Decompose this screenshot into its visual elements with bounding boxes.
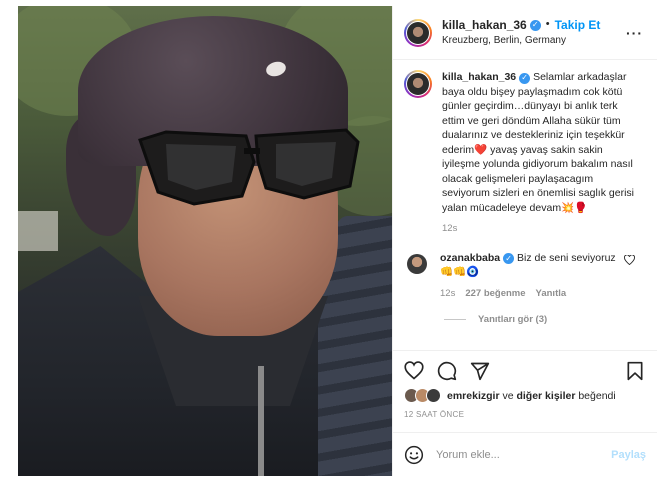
comment-time[interactable]: 12s (440, 287, 455, 302)
caption-time[interactable]: 12s (442, 222, 457, 237)
comment-text: Biz de seni seviyoruz (517, 251, 616, 264)
share-icon[interactable] (470, 361, 490, 381)
bookmark-icon[interactable] (625, 361, 645, 381)
liked-by-row: emrekizgir ve diğer kişiler beğendi (404, 388, 616, 403)
action-bar (393, 350, 657, 390)
post-header: killa_hakan_36 ✓ • Takip Et Kreuzberg, B… (393, 6, 657, 60)
verified-badge-icon: ✓ (519, 72, 531, 84)
post-sidebar: killa_hakan_36 ✓ • Takip Et Kreuzberg, B… (392, 6, 657, 476)
liker-avatars[interactable] (404, 388, 441, 403)
verified-badge-icon: ✓ (529, 19, 541, 31)
comment-composer: Paylaş (393, 432, 657, 476)
author-username[interactable]: killa_hakan_36 (442, 18, 527, 33)
caption-comment: killa_hakan_36 ✓ Selamlar arkadaşlar baya… (404, 70, 646, 237)
caption-avatar[interactable] (404, 70, 432, 98)
view-replies-label: Yanıtları gör (3) (478, 314, 548, 325)
post-location[interactable]: Kreuzberg, Berlin, Germany (442, 35, 600, 48)
liker-username[interactable]: emrekizgir (447, 390, 500, 402)
comment-icon[interactable] (437, 361, 457, 381)
liked-others[interactable]: diğer kişiler (516, 390, 575, 402)
comment-like-heart-icon[interactable] (624, 253, 635, 268)
comment-item: ozanakbaba ✓ Biz de seni seviyoruz 👊👊🧿 12… (404, 250, 646, 302)
view-replies-button[interactable]: Yanıtları gör (3) (444, 314, 646, 325)
post-comment-button[interactable]: Paylaş (611, 449, 646, 461)
comment-likes[interactable]: 227 beğenme (465, 287, 525, 302)
caption-username[interactable]: killa_hakan_36 (442, 71, 516, 83)
commenter-username[interactable]: ozanakbaba (440, 252, 500, 264)
photo-sunglasses (138, 128, 360, 206)
liked-suffix: beğendi (578, 389, 616, 402)
instagram-post: killa_hakan_36 ✓ • Takip Et Kreuzberg, B… (0, 0, 668, 480)
separator-dot: • (545, 18, 550, 31)
caption-emojis: 💥🥊 (561, 201, 588, 214)
author-avatar[interactable] (404, 18, 432, 47)
commenter-avatar[interactable] (404, 250, 430, 277)
replies-divider (444, 319, 466, 320)
comment-emojis: 👊👊🧿 (440, 266, 480, 278)
emoji-icon[interactable] (404, 445, 424, 465)
liker-avatar (426, 388, 441, 403)
liked-connector: ve (502, 389, 514, 402)
comment-input[interactable] (436, 448, 601, 461)
photo-background-building (18, 211, 58, 251)
photo-zipper (258, 366, 264, 476)
post-photo[interactable] (18, 6, 392, 476)
follow-button[interactable]: Takip Et (555, 18, 601, 33)
more-options-icon[interactable]: ··· (626, 26, 643, 40)
post-timestamp[interactable]: 12 SAAT ÖNCE (404, 410, 464, 419)
heart-icon[interactable] (404, 361, 424, 381)
comments-section: killa_hakan_36 ✓ Selamlar arkadaşlar baya… (393, 60, 657, 350)
reply-button[interactable]: Yanıtla (536, 287, 567, 302)
heart-emoji: ❤️ (474, 143, 488, 156)
verified-badge-icon: ✓ (503, 253, 515, 265)
